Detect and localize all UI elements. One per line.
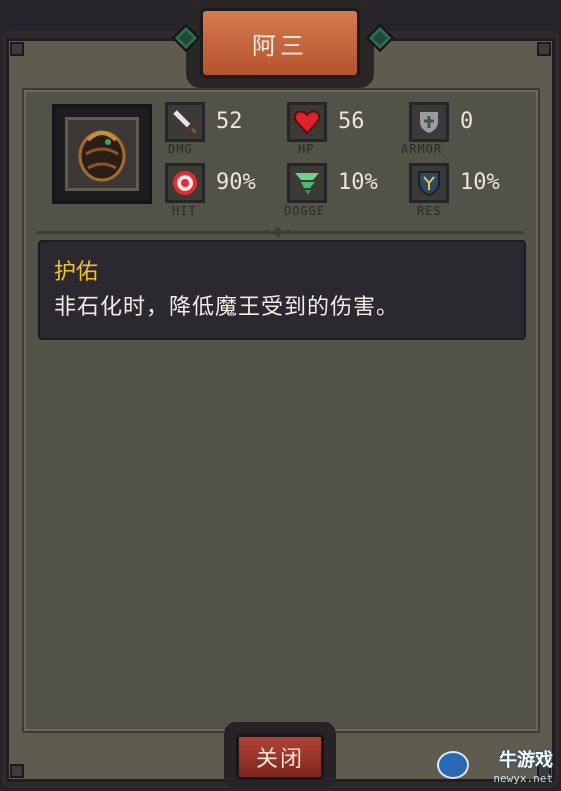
target-icon	[165, 163, 205, 203]
unit-portrait-frame	[52, 104, 152, 204]
watermark: 牛游戏 newyx.net	[493, 746, 553, 785]
rivet	[10, 42, 24, 56]
armor-label: ARMOR	[401, 142, 443, 156]
hit-value: 90%	[216, 170, 256, 195]
watermark-sub: newyx.net	[493, 772, 553, 785]
hp-label: HP	[298, 142, 315, 156]
skill-name: 护佑	[54, 260, 99, 285]
res-label: RES	[417, 204, 442, 218]
armor-value: 0	[460, 109, 474, 134]
dodge-value: 10%	[338, 170, 378, 195]
divider-ornament-icon	[265, 226, 291, 238]
watermark-logo-icon	[437, 751, 469, 779]
dmg-value: 52	[216, 109, 243, 134]
hit-label: HIT	[172, 204, 197, 218]
title-plaque: 阿三	[200, 8, 360, 78]
rivet	[537, 42, 551, 56]
rivet	[10, 764, 24, 778]
hp-value: 56	[338, 109, 365, 134]
unit-name: 阿三	[252, 31, 308, 60]
shield-icon	[409, 102, 449, 142]
tornado-icon	[287, 163, 327, 203]
magic-shield-icon	[409, 163, 449, 203]
armored-worm-portrait-icon	[65, 117, 139, 191]
watermark-main: 牛游戏	[499, 750, 553, 771]
sword-icon	[165, 102, 205, 142]
res-value: 10%	[460, 170, 500, 195]
dodge-label: DOGGE	[284, 204, 326, 218]
dmg-label: DMG	[168, 142, 193, 156]
close-button[interactable]: 关闭	[236, 734, 324, 780]
skill-description-panel: 护佑 非石化时，降低魔王受到的伤害。	[38, 240, 526, 340]
heart-icon	[287, 102, 327, 142]
skill-description: 非石化时，降低魔王受到的伤害。	[54, 295, 400, 320]
